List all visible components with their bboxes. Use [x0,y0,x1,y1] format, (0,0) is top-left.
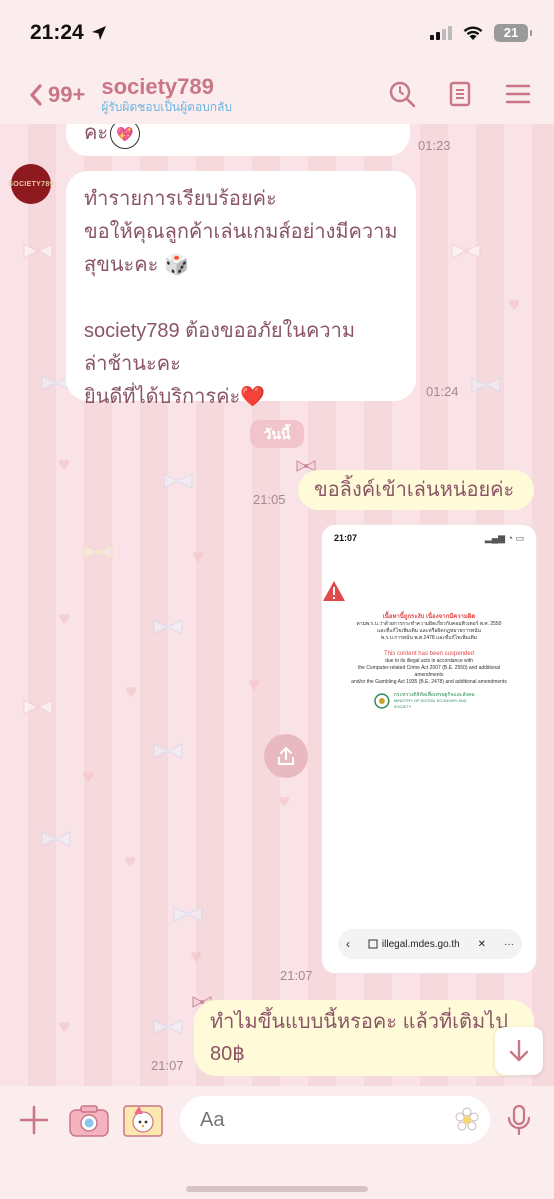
message-bubble-outgoing[interactable]: ทำไมขึ้นแบบนี้หรอคะ แล้วที่เติมไป 80฿ [194,1000,534,1076]
screenshot-url: illegal.mdes.go.th [381,938,460,950]
status-indicators: 21 [430,24,532,42]
sticker-icon[interactable] [122,1102,164,1138]
message-text-line: 80฿ [210,1043,245,1065]
screenshot-time: 21:07 [334,533,358,543]
chat-title-block[interactable]: society789 ผู้รับผิดชอบเป็นผู้ตอบกลับ [101,75,232,115]
screenshot-headline: This content has been suspended [383,651,475,657]
screenshot-text: เนื้อหานี้ถูกระงับ เนื่องจากมีความผิด [382,614,476,620]
message-input[interactable] [180,1096,490,1144]
chevron-left-icon: ‹ [346,937,350,951]
message-text-line: คะ [84,124,109,144]
image-message[interactable]: 21:07 ▂▄▆ ◔ ▭ เนื้อหานี้ถูกระงับ เนื่องจ… [321,524,537,974]
message-text-line: ทำรายการเรียบร้อยค่ะ [84,188,277,210]
wifi-icon [463,26,483,40]
url-text: illegal.mdes.go.th [368,939,460,950]
ministry-logo: กระทรวงดิจิทัลเพื่อเศรษฐกิจและสังคม MINI… [374,692,484,710]
microphone-icon[interactable] [506,1104,532,1136]
share-icon [278,747,294,765]
home-indicator [186,1186,368,1192]
warning-icon [323,581,345,601]
ministry-name-en: MINISTRY OF DIGITAL ECONOMY AND SOCIETY [393,698,467,709]
clock-text: 21:24 [30,21,84,44]
header-actions [388,80,532,108]
page-icon [368,939,378,949]
more-icon: ··· [503,938,514,950]
screenshot-text: the Computer-related Crime Act 2007 (B.E… [357,665,501,678]
battery-indicator: 21 [494,24,532,42]
chevron-left-icon [30,84,42,106]
message-text-line [84,282,398,315]
message-text-line: ล่าช้านะคะ [84,353,181,375]
screenshot-text: พ.ร.บ.การพนัน พ.ศ.2478 และที่แก้ไขเพิ่มเ… [380,635,478,641]
message-bubble-outgoing[interactable]: ขอลิ้งค์เข้าเล่นหน่อยค่ะ [298,470,534,510]
message-timestamp: 01:23 [418,138,451,153]
search-icon[interactable] [388,80,416,108]
screenshot-url-bar: ‹ illegal.mdes.go.th ✕ ··· [338,929,522,959]
notes-icon[interactable] [446,80,474,108]
close-icon: ✕ [477,938,487,950]
message-timestamp: 21:07 [280,968,313,983]
message-timestamp: 01:24 [426,384,459,399]
location-arrow-icon [91,26,106,40]
chat-header: 99+ society789 ผู้รับผิดชอบเป็นผู้ตอบกลั… [0,66,554,124]
message-text-line: ทำไมขึ้นแบบนี้หรอคะ แล้วที่เติมไป [210,1011,508,1033]
ministry-seal-icon [374,693,390,709]
message-timestamp: 21:07 [151,1058,184,1073]
screenshot-text: and/or the Gambling Act 1935 (B.E. 2478)… [351,679,507,685]
avatar-text: SOCIETY789 [8,180,54,188]
screenshot-text: due to its illegal acts in accordance wi… [385,658,473,664]
plus-icon[interactable] [18,1104,50,1136]
message-text: คะ 💖 [84,124,141,149]
screenshot-status-bar: 21:07 ▂▄▆ ◔ ▭ [322,525,536,544]
screenshot-text: ตามพ.ร.บ.ว่าด้วยการกระทำความผิดเกี่ยวกับ… [356,621,502,627]
sticker-emoji: 💖 [110,124,141,149]
message-list[interactable]: คะ 💖 01:23 SOCIETY789 ทำรายการเรียบร้อยค่… [0,124,554,1086]
share-button[interactable] [264,734,308,778]
chat-title: society789 [101,74,214,99]
signal-icon [430,26,452,40]
message-text-line: ขอให้คุณลูกค้าเล่นเกมส์อย่างมีความ [84,221,398,243]
message-text-line: ยินดีที่ได้บริการค่ะ❤️ [84,386,266,408]
message-text-line: society789 ต้องขออภัยในความ [84,320,355,342]
message-bubble-incoming[interactable]: คะ 💖 [66,124,410,156]
screenshot-text: และที่แก้ไขเพิ่มเติม และหรือผิดกฎหมายการ… [377,628,481,634]
message-text-line: สุขนะคะ 🎲 [84,254,189,276]
avatar[interactable]: SOCIETY789 [8,164,54,204]
menu-icon[interactable] [504,80,532,108]
screenshot-indicators: ▂▄▆ ◔ ▭ [484,533,524,543]
date-separator: วันนี้ [250,420,304,448]
back-button[interactable]: 99+ [28,82,85,108]
arrow-down-icon [509,1039,529,1062]
message-input-bar [0,1086,554,1199]
chat-subtitle: ผู้รับผิดชอบเป็นผู้ตอบกลับ [101,100,233,114]
message-text: ขอลิ้งค์เข้าเล่นหน่อยค่ะ [314,479,515,501]
camera-icon[interactable] [68,1104,110,1138]
emoji-flower-icon[interactable] [454,1107,480,1133]
message-bubble-incoming[interactable]: ทำรายการเรียบร้อยค่ะ ขอให้คุณลูกค้าเล่นเ… [66,171,416,408]
scroll-to-bottom-button[interactable] [495,1027,543,1075]
message-timestamp: 21:05 [253,492,286,507]
status-bar: 21:24 21 [0,0,554,66]
status-time: 21:24 [30,21,108,45]
unread-count: 99+ [48,82,86,107]
